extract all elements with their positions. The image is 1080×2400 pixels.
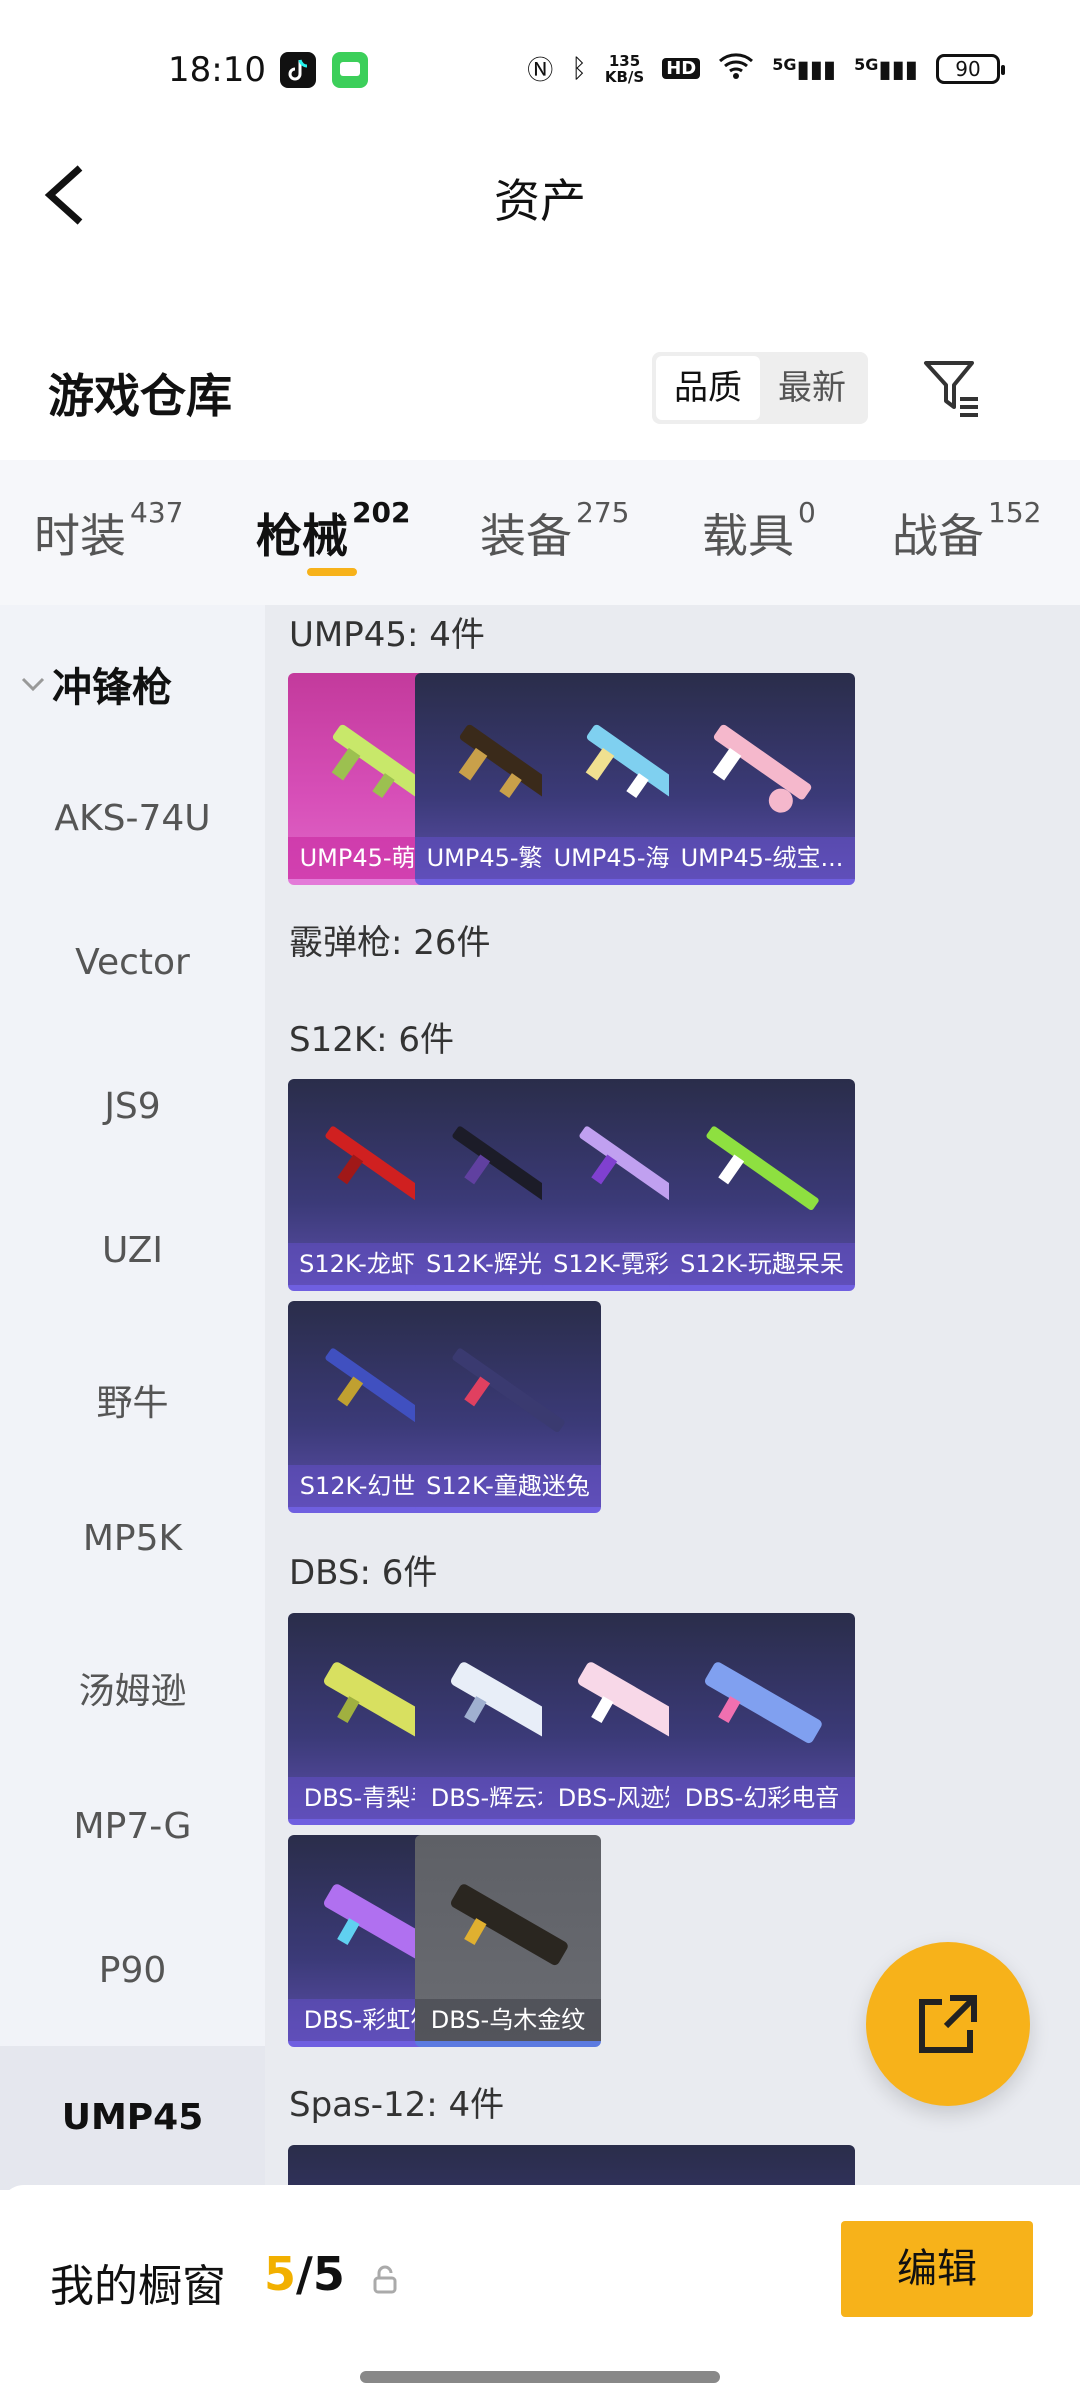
- battery-icon: 90: [936, 53, 1005, 84]
- signal-2-label: 5G: [854, 54, 879, 74]
- status-time: 18:10: [168, 50, 266, 90]
- sort-newest[interactable]: 最新: [760, 356, 864, 420]
- sidebar-item-vector[interactable]: Vector: [0, 942, 265, 983]
- status-right: Ⓝ ᛒ 135 KB/S HD 5G▮▮▮ 5G▮▮▮ 90: [527, 50, 1005, 87]
- page-title: 资产: [494, 174, 586, 228]
- sidebar-item-mp5k[interactable]: MP5K: [0, 1518, 265, 1559]
- messages-icon: [332, 52, 368, 88]
- tab-label: 载具: [702, 509, 794, 563]
- tab-label: 装备: [480, 509, 572, 563]
- weapon-skin-image: [451, 1884, 568, 1966]
- home-indicator[interactable]: [360, 2371, 720, 2383]
- weapon-skin-image: [705, 1662, 822, 1744]
- weapon-card[interactable]: [669, 2145, 855, 2185]
- weapon-card-label: DBS-乌木金纹: [415, 1999, 601, 2041]
- signal-1-icon: 5G▮▮▮: [772, 54, 837, 83]
- weapon-card[interactable]: S12K-童趣迷兔: [415, 1301, 601, 1513]
- section-title-s12k: S12K: 6件: [289, 1020, 455, 1060]
- tab-indicator: [307, 568, 357, 576]
- showcase-count-total: 5: [312, 2247, 345, 2301]
- signal-2-icon: 5G▮▮▮: [854, 54, 918, 83]
- tab-firearms[interactable]: 枪械 202: [256, 496, 410, 566]
- sidebar-item-thompson[interactable]: 汤姆逊: [0, 1662, 265, 1714]
- tab-count: 275: [576, 496, 630, 529]
- weapon-card[interactable]: S12K-玩趣呆呆: [669, 1079, 855, 1291]
- tab-label: 时装: [34, 509, 126, 563]
- showcase-count: 5/5: [264, 2247, 345, 2301]
- sidebar-item-aks74u[interactable]: AKS-74U: [0, 798, 265, 839]
- share-fab-button[interactable]: [866, 1942, 1030, 2106]
- wifi-icon: [718, 51, 754, 86]
- weapon-card[interactable]: DBS-幻彩电音: [669, 1613, 855, 1825]
- sidebar-item-uzi[interactable]: UZI: [0, 1230, 265, 1271]
- lock-icon: [373, 2265, 397, 2294]
- weapon-card-label: DBS-幻彩电音: [669, 1777, 855, 1819]
- tiktok-icon: [280, 52, 316, 88]
- weapon-card[interactable]: UMP45-绒宝...: [669, 673, 855, 885]
- showcase-count-current: 5: [264, 2247, 297, 2301]
- sidebar-item-p90[interactable]: P90: [0, 1950, 265, 1991]
- section-title-ump45: UMP45: 4件: [289, 615, 485, 655]
- header: 资产: [0, 140, 1080, 250]
- tab-label: 战备: [892, 509, 984, 563]
- sidebar-group-smg[interactable]: 冲锋枪: [20, 655, 172, 713]
- sort-segmented-control: 品质 最新: [652, 352, 868, 424]
- weapon-skin-image: [452, 1348, 565, 1433]
- net-speed: 135 KB/S: [605, 53, 644, 85]
- net-speed-value: 135: [608, 51, 641, 70]
- section-title-dbs: DBS: 6件: [289, 1553, 438, 1593]
- sort-quality[interactable]: 品质: [656, 356, 760, 420]
- filter-icon: [924, 361, 978, 417]
- category-tabs: 时装 437 枪械 202 装备 275 载具 0 战备 152: [0, 460, 1080, 605]
- section-title-spas12: Spas-12: 4件: [289, 2085, 505, 2125]
- tab-label: 枪械: [256, 509, 348, 563]
- tab-fashion[interactable]: 时装 437: [34, 496, 183, 566]
- weapon-skin-image: [706, 1126, 819, 1211]
- showcase-count-separator: /: [296, 2247, 313, 2301]
- sidebar-item-js9[interactable]: JS9: [0, 1086, 265, 1127]
- filter-button[interactable]: [920, 355, 984, 419]
- tab-equipment[interactable]: 装备 275: [480, 496, 629, 566]
- share-icon: [919, 1995, 977, 2053]
- tab-gear[interactable]: 战备 152: [892, 496, 1041, 566]
- weapon-card-label: S12K-童趣迷兔: [415, 1465, 601, 1507]
- nfc-icon: Ⓝ: [527, 56, 554, 86]
- bluetooth-icon: ᛒ: [571, 53, 587, 84]
- net-speed-unit: KB/S: [604, 67, 645, 86]
- sidebar-item-ump45[interactable]: UMP45: [0, 2046, 265, 2190]
- signal-1-label: 5G: [772, 54, 797, 74]
- tab-vehicles[interactable]: 载具 0: [702, 496, 816, 566]
- sidebar-group-label: 冲锋枪: [52, 665, 172, 711]
- weapon-card[interactable]: DBS-乌木金纹: [415, 1835, 601, 2047]
- weapon-skin-image: [712, 724, 812, 813]
- tab-count: 152: [988, 496, 1042, 529]
- hd-icon: HD: [662, 58, 701, 79]
- edit-button[interactable]: 编辑: [841, 2221, 1033, 2317]
- weapon-card-label: S12K-玩趣呆呆: [669, 1243, 855, 1285]
- showcase-label: 我的橱窗: [50, 2261, 226, 2312]
- tab-count: 202: [352, 496, 411, 529]
- bottom-bar: 我的橱窗 5/5 编辑: [0, 2185, 1080, 2400]
- warehouse-title: 游戏仓库: [48, 369, 232, 423]
- status-bar: 18:10 Ⓝ ᛒ 135 KB/S HD 5G▮▮▮ 5G▮▮▮ 90: [0, 0, 1080, 140]
- section-title-shotgun: 霰弹枪: 26件: [289, 923, 491, 963]
- sidebar: 冲锋枪 AKS-74U Vector JS9 UZI 野牛 MP5K 汤姆逊 M…: [0, 605, 265, 2190]
- sidebar-item-mp7g[interactable]: MP7-G: [0, 1806, 265, 1847]
- chevron-down-icon: [21, 677, 45, 692]
- tab-count: 437: [130, 496, 184, 529]
- weapon-card-label: UMP45-绒宝...: [669, 837, 855, 879]
- tab-count: 0: [798, 496, 816, 529]
- sidebar-item-bizon[interactable]: 野牛: [0, 1374, 265, 1426]
